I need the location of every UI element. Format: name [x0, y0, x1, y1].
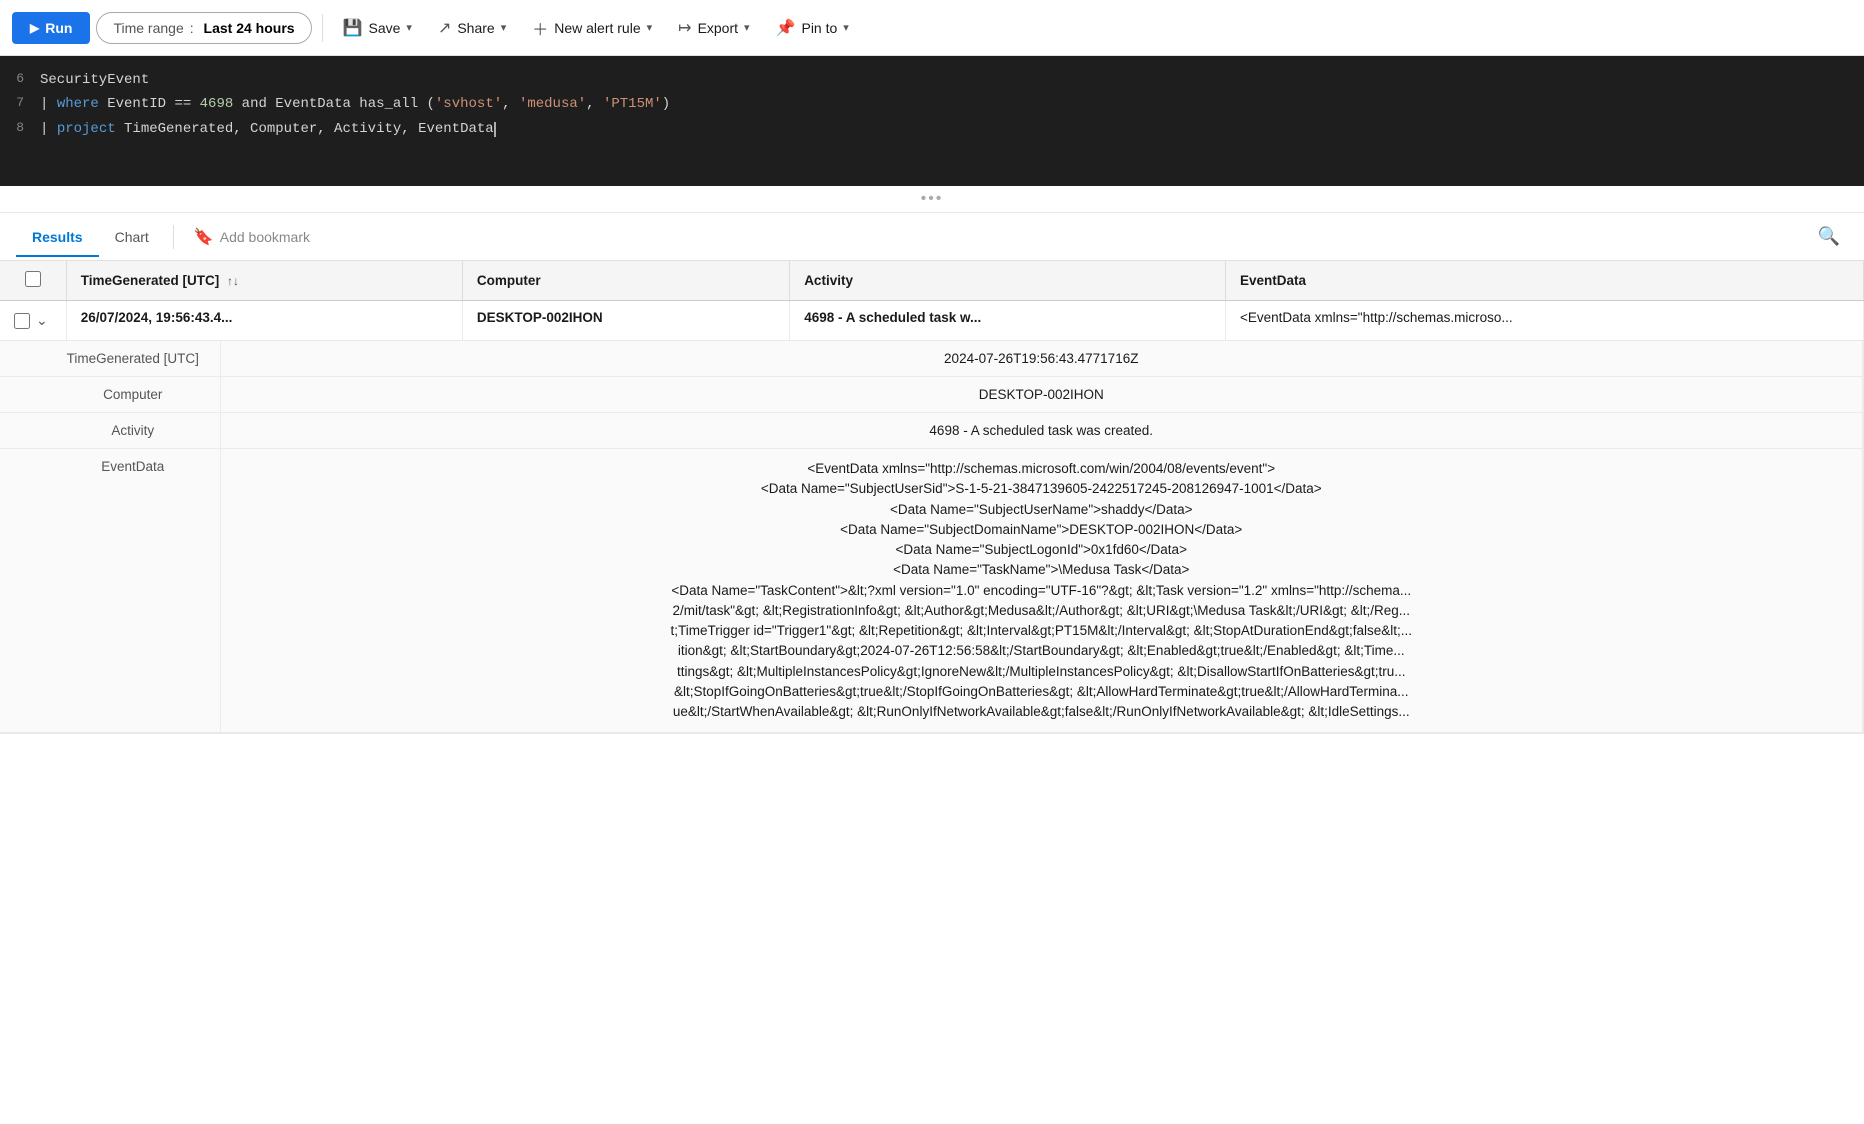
- toolbar: ▶ Run Time range : Last 24 hours 💾 Save …: [0, 0, 1864, 56]
- share-caret-icon: ▾: [501, 21, 507, 34]
- code-line-8: 8 | project TimeGenerated, Computer, Act…: [0, 117, 1864, 141]
- tab-chart[interactable]: Chart: [99, 217, 165, 257]
- sort-icon-time: ↑↓: [227, 274, 239, 288]
- add-bookmark-button[interactable]: 🔖 Add bookmark: [182, 219, 322, 255]
- activity-value: 4698 - A scheduled task w...: [804, 310, 981, 325]
- time-range-value: Last 24 hours: [204, 20, 295, 36]
- col-header-eventdata[interactable]: EventData: [1226, 261, 1864, 301]
- field-name-time: TimeGenerated [UTC]: [0, 341, 220, 377]
- col-label-eventdata: EventData: [1240, 273, 1306, 288]
- col-label-time: TimeGenerated [UTC]: [81, 273, 220, 288]
- row-checkbox[interactable]: [14, 313, 30, 329]
- table-header-row: TimeGenerated [UTC] ↑↓ Computer Activity…: [0, 261, 1864, 301]
- export-button[interactable]: ↦ Export ▾: [668, 11, 759, 45]
- field-value-eventdata: <EventData xmlns="http://schemas.microso…: [220, 449, 1863, 733]
- table-row: ⌄ 26/07/2024, 19:56:43.4... DESKTOP-002I…: [0, 301, 1864, 341]
- export-label: Export: [698, 20, 738, 36]
- col-header-computer[interactable]: Computer: [462, 261, 789, 301]
- new-alert-button[interactable]: ＋ New alert rule ▾: [522, 9, 662, 47]
- tab-separator: [173, 225, 174, 249]
- expand-button[interactable]: ⌄: [32, 310, 52, 331]
- col-label-computer: Computer: [477, 273, 541, 288]
- code-line-6: 6 SecurityEvent: [0, 68, 1864, 92]
- search-icon: 🔍: [1818, 226, 1840, 246]
- field-name-activity: Activity: [0, 413, 220, 449]
- detail-computer-row: Computer DESKTOP-002IHON: [0, 377, 1863, 413]
- save-label: Save: [368, 20, 400, 36]
- save-caret-icon: ▾: [406, 21, 412, 34]
- run-label: Run: [45, 20, 72, 36]
- detail-row: TimeGenerated [UTC] 2024-07-26T19:56:43.…: [0, 341, 1864, 734]
- bookmark-icon: 🔖: [194, 227, 214, 247]
- detail-time-row: TimeGenerated [UTC] 2024-07-26T19:56:43.…: [0, 341, 1863, 377]
- results-table-wrap[interactable]: TimeGenerated [UTC] ↑↓ Computer Activity…: [0, 261, 1864, 1124]
- separator-1: [322, 14, 323, 42]
- field-value-activity: 4698 - A scheduled task was created.: [220, 413, 1863, 449]
- share-icon: ↗: [438, 18, 451, 38]
- line-number-7: 7: [0, 93, 40, 114]
- results-toolbar: Results Chart 🔖 Add bookmark 🔍: [0, 213, 1864, 261]
- eventdata-short: <EventData xmlns="http://schemas.microso…: [1240, 310, 1513, 325]
- time-range-button[interactable]: Time range : Last 24 hours: [96, 12, 311, 44]
- row-controls: ⌄: [0, 301, 66, 341]
- col-header-activity[interactable]: Activity: [790, 261, 1226, 301]
- bookmark-label: Add bookmark: [220, 229, 310, 245]
- toolbar-right: 🔍: [1810, 222, 1848, 251]
- code-content-7: | where EventID == 4698 and EventData ha…: [40, 93, 1848, 115]
- plus-icon: ＋: [532, 16, 548, 40]
- detail-eventdata-row: EventData <EventData xmlns="http://schem…: [0, 449, 1863, 733]
- detail-table: TimeGenerated [UTC] 2024-07-26T19:56:43.…: [0, 341, 1863, 733]
- drag-dots: •••: [921, 190, 944, 207]
- detail-cell: TimeGenerated [UTC] 2024-07-26T19:56:43.…: [0, 341, 1864, 734]
- select-all-checkbox[interactable]: [25, 271, 41, 287]
- pin-button[interactable]: 📌 Pin to ▾: [766, 11, 859, 45]
- line-number-8: 8: [0, 118, 40, 139]
- pin-icon: 📌: [776, 18, 796, 38]
- pin-caret-icon: ▾: [843, 21, 849, 34]
- code-content-8: | project TimeGenerated, Computer, Activ…: [40, 118, 1848, 140]
- export-caret-icon: ▾: [744, 21, 750, 34]
- detail-activity-row: Activity 4698 - A scheduled task was cre…: [0, 413, 1863, 449]
- search-button[interactable]: 🔍: [1810, 222, 1848, 251]
- run-button[interactable]: ▶ Run: [12, 12, 90, 44]
- share-button[interactable]: ↗ Share ▾: [428, 11, 516, 45]
- cell-activity: 4698 - A scheduled task w...: [790, 301, 1226, 341]
- field-value-computer: DESKTOP-002IHON: [220, 377, 1863, 413]
- col-header-time[interactable]: TimeGenerated [UTC] ↑↓: [66, 261, 462, 301]
- select-all-header: [0, 261, 66, 301]
- tab-results[interactable]: Results: [16, 217, 99, 257]
- field-value-time: 2024-07-26T19:56:43.4771716Z: [220, 341, 1863, 377]
- col-label-activity: Activity: [804, 273, 853, 288]
- code-line-7: 7 | where EventID == 4698 and EventData …: [0, 92, 1864, 116]
- time-range-prefix: Time range: [113, 20, 183, 36]
- pin-label: Pin to: [801, 20, 837, 36]
- new-alert-label: New alert rule: [554, 20, 640, 36]
- code-editor[interactable]: 6 SecurityEvent 7 | where EventID == 469…: [0, 56, 1864, 186]
- export-icon: ↦: [678, 18, 691, 38]
- save-button[interactable]: 💾 Save ▾: [333, 11, 422, 45]
- code-content-6: SecurityEvent: [40, 69, 1848, 91]
- share-label: Share: [457, 20, 494, 36]
- play-icon: ▶: [30, 21, 39, 35]
- drag-handle[interactable]: •••: [0, 186, 1864, 213]
- save-icon: 💾: [343, 18, 363, 38]
- field-name-computer: Computer: [0, 377, 220, 413]
- cell-computer: DESKTOP-002IHON: [462, 301, 789, 341]
- computer-value: DESKTOP-002IHON: [477, 310, 603, 325]
- time-value: 26/07/2024, 19:56:43.4...: [81, 310, 233, 325]
- results-table: TimeGenerated [UTC] ↑↓ Computer Activity…: [0, 261, 1864, 734]
- cell-time: 26/07/2024, 19:56:43.4...: [66, 301, 462, 341]
- alert-caret-icon: ▾: [647, 21, 653, 34]
- line-number-6: 6: [0, 69, 40, 90]
- field-name-eventdata: EventData: [0, 449, 220, 733]
- main-content: 6 SecurityEvent 7 | where EventID == 469…: [0, 56, 1864, 1124]
- cell-eventdata: <EventData xmlns="http://schemas.microso…: [1226, 301, 1864, 341]
